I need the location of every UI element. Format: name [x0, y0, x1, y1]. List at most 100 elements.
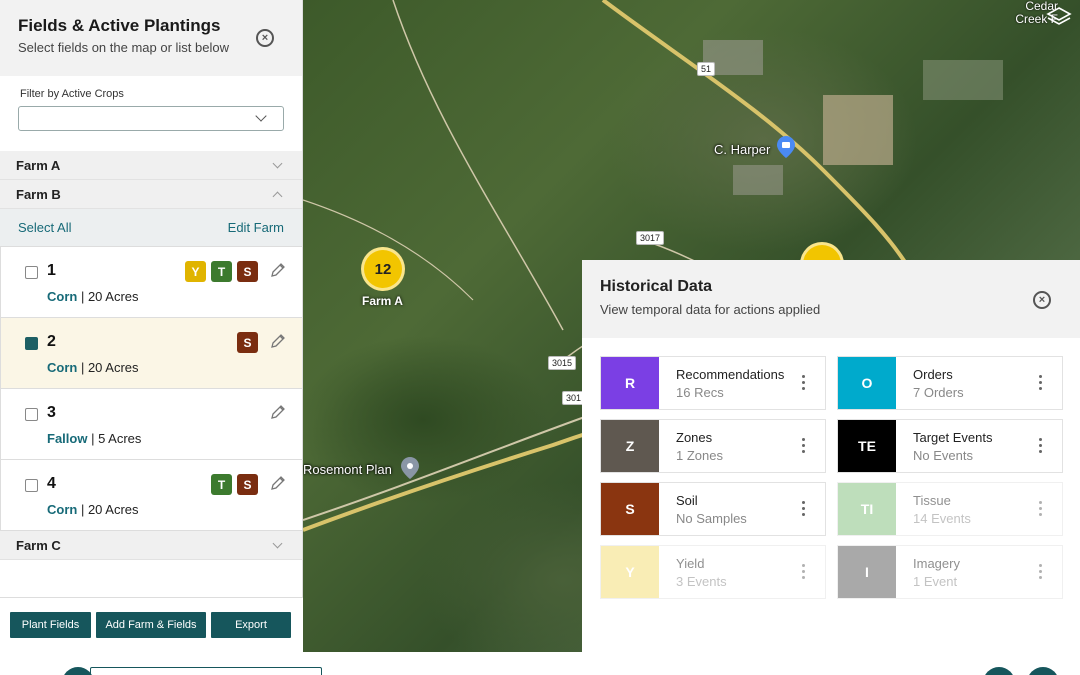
field-row-2[interactable]: 2 Corn | 20 Acres S — [0, 318, 302, 389]
pencil-icon[interactable] — [270, 262, 286, 278]
history-card-soil[interactable]: S Soil No Samples — [600, 482, 826, 536]
field-checkbox[interactable] — [25, 479, 38, 492]
history-card-name: Soil — [676, 493, 698, 508]
zoom-button[interactable] — [983, 667, 1015, 675]
history-card-yield[interactable]: Y Yield 3 Events — [600, 545, 826, 599]
history-card-text: Recommendations 16 Recs — [659, 357, 784, 409]
field-badges: S — [237, 332, 258, 353]
field-row-4[interactable]: 4 Corn | 20 Acres T S — [0, 460, 302, 531]
location-pin-icon[interactable] — [401, 457, 419, 479]
history-card-text: Soil No Samples — [659, 483, 747, 535]
field-crop: Fallow — [47, 431, 88, 446]
zoom-button[interactable] — [1027, 667, 1059, 675]
place-label-harper: C. Harper — [714, 142, 771, 157]
pencil-icon[interactable] — [270, 475, 286, 491]
more-options-icon[interactable] — [802, 438, 805, 453]
more-options-icon[interactable] — [802, 501, 805, 516]
historical-data-panel: Historical Data View temporal data for a… — [582, 260, 1080, 652]
field-meta: Corn | 20 Acres — [47, 360, 139, 375]
history-card-code: TE — [838, 420, 896, 472]
field-number: 2 — [47, 333, 56, 350]
pencil-icon[interactable] — [270, 404, 286, 420]
history-card-name: Yield — [676, 556, 705, 571]
history-card-count: No Samples — [676, 511, 747, 526]
badge-tissue: T — [211, 474, 232, 495]
add-farm-fields-button[interactable]: Add Farm & Fields — [96, 612, 206, 638]
history-card-name: Zones — [676, 430, 713, 445]
history-card-count: 3 Events — [676, 574, 727, 589]
more-options-icon[interactable] — [802, 564, 805, 579]
field-crop: Corn — [47, 360, 78, 375]
toolbar-input[interactable] — [90, 667, 322, 675]
history-card-code: Z — [601, 420, 659, 472]
cluster-label: Farm A — [362, 294, 403, 308]
layers-icon[interactable] — [1046, 6, 1072, 28]
badge-yield: Y — [185, 261, 206, 282]
history-card-code: O — [838, 357, 896, 409]
shopping-pin-icon[interactable] — [777, 136, 795, 158]
more-options-icon[interactable] — [802, 375, 805, 390]
field-meta: Corn | 20 Acres — [47, 502, 139, 517]
place-label-rosemont: Rosemont Plan — [303, 462, 392, 477]
field-number: 1 — [47, 262, 56, 279]
field-row-1[interactable]: 1 Corn | 20 Acres Y T S — [0, 247, 302, 318]
more-options-icon[interactable] — [1039, 438, 1042, 453]
farm-name: Farm A — [16, 157, 61, 173]
history-card-zones[interactable]: Z Zones 1 Zones — [600, 419, 826, 473]
cluster-count: 12 — [374, 260, 392, 278]
history-card-target-events[interactable]: TE Target Events No Events — [837, 419, 1063, 473]
history-card-count: 7 Orders — [913, 385, 964, 400]
historical-cards: R Recommendations 16 Recs O Orders 7 Orders Z Z… — [600, 356, 1064, 599]
farm-actions-bar: Select All Edit Farm — [0, 209, 302, 247]
fields-panel: Fields & Active Plantings Select fields … — [0, 0, 303, 652]
history-card-name: Tissue — [913, 493, 951, 508]
history-card-name: Target Events — [913, 430, 993, 445]
export-button[interactable]: Export — [211, 612, 291, 638]
history-card-name: Orders — [913, 367, 953, 382]
history-card-count: No Events — [913, 448, 973, 463]
field-meta: Corn | 20 Acres — [47, 289, 139, 304]
farm-row-farm-c[interactable]: Farm C — [0, 531, 302, 560]
farm-name: Farm C — [16, 537, 61, 553]
farm-row-farm-a[interactable]: Farm A — [0, 151, 302, 180]
field-checkbox[interactable] — [25, 408, 38, 421]
close-historical-icon[interactable]: × — [1033, 291, 1051, 309]
field-checkbox[interactable] — [25, 266, 38, 279]
history-card-code: Y — [601, 546, 659, 598]
bottom-toolbar — [0, 652, 1080, 675]
history-card-code: S — [601, 483, 659, 535]
crop-filter-select[interactable] — [18, 106, 284, 131]
badge-soil: S — [237, 332, 258, 353]
road-shield-3015: 3015 — [548, 356, 577, 370]
field-checkbox[interactable] — [25, 337, 38, 350]
field-badges: T S — [211, 474, 258, 495]
more-options-icon[interactable] — [1039, 501, 1042, 516]
badge-soil: S — [237, 474, 258, 495]
field-cluster-marker[interactable]: 12 — [361, 247, 405, 291]
badge-soil: S — [237, 261, 258, 282]
history-card-count: 1 Zones — [676, 448, 723, 463]
pencil-icon[interactable] — [270, 333, 286, 349]
plant-fields-button[interactable]: Plant Fields — [10, 612, 91, 638]
close-panel-icon[interactable]: × — [256, 29, 274, 47]
filter-label: Filter by Active Crops — [20, 88, 124, 100]
history-card-text: Imagery 1 Event — [896, 546, 960, 598]
history-card-text: Target Events No Events — [896, 420, 993, 472]
field-badges: Y T S — [185, 261, 258, 282]
history-card-orders[interactable]: O Orders 7 Orders — [837, 356, 1063, 410]
more-options-icon[interactable] — [1039, 564, 1042, 579]
farm-row-farm-b[interactable]: Farm B — [0, 180, 302, 209]
history-card-code: R — [601, 357, 659, 409]
field-area: 5 Acres — [98, 431, 142, 446]
edit-farm-link[interactable]: Edit Farm — [228, 220, 284, 235]
history-card-code: TI — [838, 483, 896, 535]
select-all-link[interactable]: Select All — [18, 220, 71, 235]
field-area: 20 Acres — [87, 360, 139, 375]
chevron-down-icon — [255, 110, 267, 122]
field-row-3[interactable]: 3 Fallow | 5 Acres — [0, 389, 302, 460]
more-options-icon[interactable] — [1039, 375, 1042, 390]
history-card-tissue[interactable]: TI Tissue 14 Events — [837, 482, 1063, 536]
field-crop: Corn — [47, 289, 78, 304]
history-card-recommendations[interactable]: R Recommendations 16 Recs — [600, 356, 826, 410]
history-card-imagery[interactable]: I Imagery 1 Event — [837, 545, 1063, 599]
